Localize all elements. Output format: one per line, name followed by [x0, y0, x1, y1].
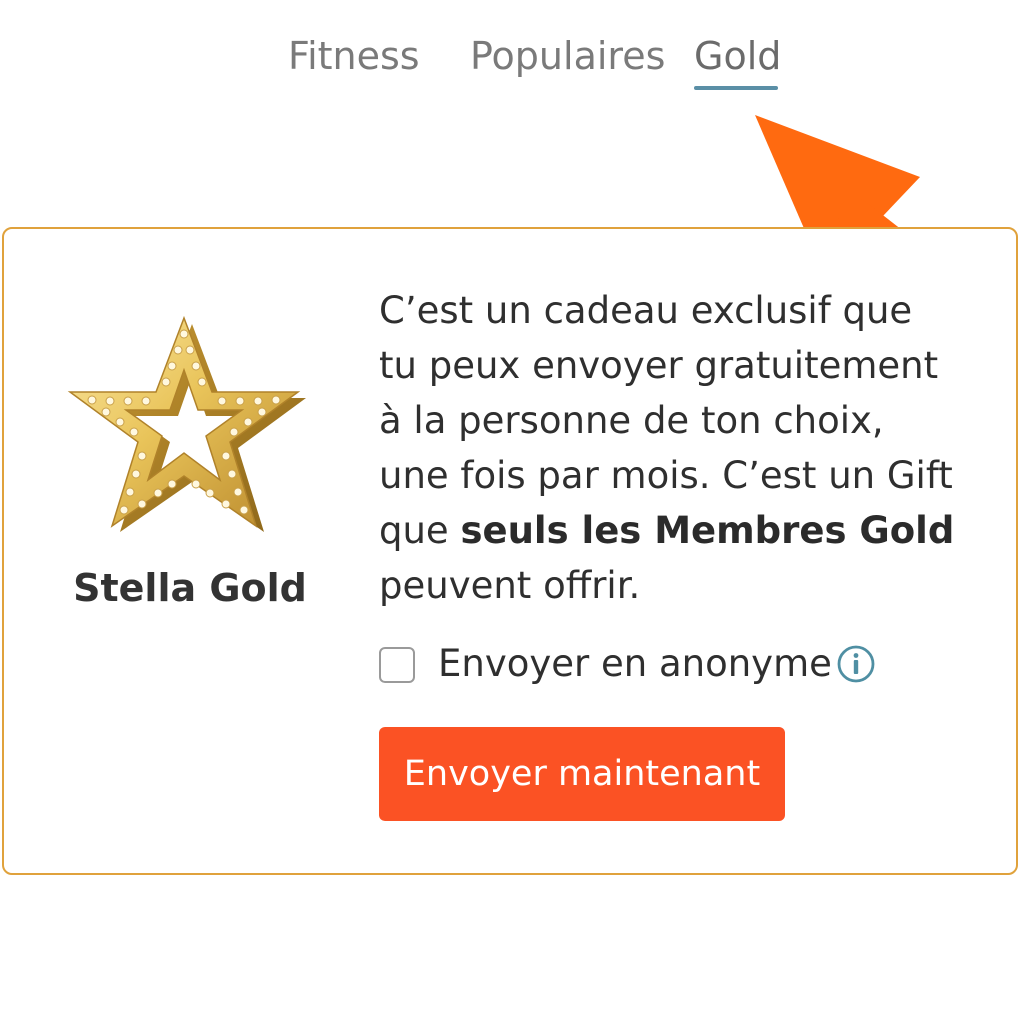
description-line: à la personne de ton choix,	[379, 399, 884, 442]
gift-name: Stella Gold	[73, 566, 307, 610]
description-line: C’est un cadeau exclusif que	[379, 289, 913, 332]
description-line: une fois par mois. C’est un Gift	[379, 454, 953, 497]
send-now-button[interactable]: Envoyer maintenant	[379, 727, 785, 821]
info-icon[interactable]	[837, 645, 875, 683]
tab-gold[interactable]: Gold	[694, 28, 781, 84]
description-text: que	[379, 509, 461, 552]
anonymous-label[interactable]: Envoyer en anonyme	[438, 641, 832, 687]
tab-populaires[interactable]: Populaires	[470, 28, 665, 84]
tab-fitness[interactable]: Fitness	[288, 28, 420, 84]
description-line: tu peux envoyer gratuitement	[379, 344, 939, 387]
anonymous-option: Envoyer en anonyme	[379, 642, 899, 691]
gift-page: Fitness Populaires Gold Stella Gold C’es…	[0, 0, 1024, 1024]
description-line: peuvent offrir.	[379, 564, 641, 607]
active-tab-indicator	[694, 86, 778, 90]
description-line: que seuls les Membres Gold	[379, 503, 979, 558]
gift-category-tabs: Fitness Populaires Gold	[0, 28, 1024, 98]
description-emphasis: seuls les Membres Gold	[460, 509, 955, 552]
anonymous-checkbox[interactable]	[379, 647, 415, 683]
gold-star-icon	[67, 315, 306, 532]
gift-description: C’est un cadeau exclusif que tu peux env…	[379, 283, 979, 613]
